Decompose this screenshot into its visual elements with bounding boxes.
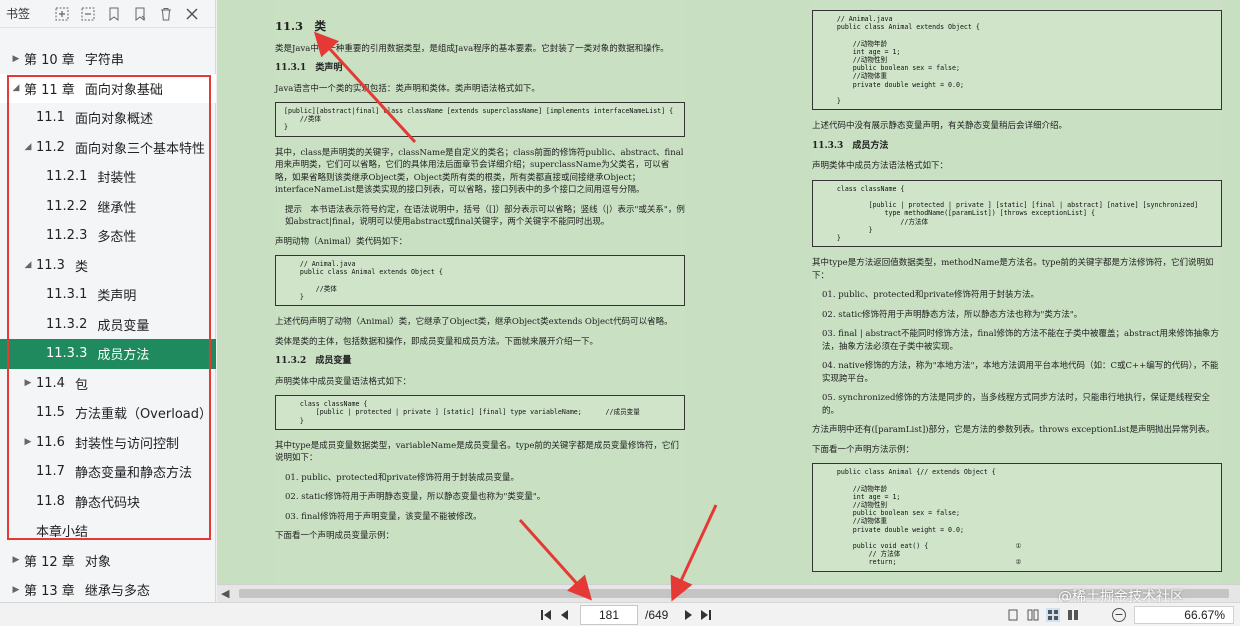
add-bookmark-icon[interactable]	[102, 4, 126, 24]
scroll-left-icon[interactable]: ◀	[221, 587, 229, 600]
code-block: [public][abstract|final] class className…	[275, 102, 685, 137]
list-item: 05. synchronized修饰的方法是同步的，当多线程方式同步方法时，只能…	[822, 393, 1210, 416]
bookmark-11-3-3[interactable]: 11.3.3 成员方法	[0, 339, 216, 369]
list-item: 01. public、protected和private修饰符用于封装方法。	[822, 290, 1040, 301]
bookmark-icon[interactable]	[128, 4, 152, 24]
close-icon[interactable]	[180, 4, 204, 24]
first-page-icon[interactable]	[538, 607, 554, 623]
expanded-arrow-icon[interactable]: ◢	[20, 142, 36, 152]
bookmark-chapter-13[interactable]: ▶ 第 13 章继承与多态	[0, 575, 216, 605]
subsection-heading: 11.3.3 成员方法	[812, 140, 889, 151]
collapsed-arrow-icon[interactable]: ▶	[8, 555, 24, 565]
two-page-view-icon[interactable]	[1046, 608, 1060, 622]
paragraph: 其中type是成员变量数据类型，variableName是成员变量名。type前…	[275, 440, 679, 464]
section-heading: 11.3 类	[275, 19, 327, 33]
status-bar: 181 /649 − 66.67%	[0, 602, 1240, 626]
expanded-arrow-icon[interactable]: ◢	[20, 260, 36, 270]
bookmark-11-2-1[interactable]: 11.2.1 封装性	[0, 162, 216, 192]
list-item: 01. public、protected和private修饰符用于封装成员变量。	[285, 472, 520, 483]
next-page-icon[interactable]	[681, 607, 697, 623]
bookmark-11-3[interactable]: ◢ 11.3 类	[0, 251, 216, 281]
bookmark-11-1[interactable]: 11.1 面向对象概述	[0, 103, 216, 133]
code-block: // Animal.java public class Animal exten…	[812, 10, 1222, 111]
code-block: class className { [public | protected | …	[812, 179, 1222, 248]
paragraph: 其中type是方法返回值数据类型，methodName是方法名。type前的关键…	[812, 258, 1214, 281]
paragraph: Java语言中一个类的实现包括：类声明和类体。类声明语法格式如下。	[275, 83, 540, 94]
last-page-icon[interactable]	[698, 607, 714, 623]
document-page-left: 11.3 类 类是Java中的一种重要的引用数据类型，是组成Java程序的基本要…	[275, 0, 685, 584]
bookmark-11-3-2[interactable]: 11.3.2 成员变量	[0, 310, 216, 340]
list-item: 04. native修饰的方法，称为"本地方法"，本地方法调用平台本地代码（如：…	[822, 361, 1219, 384]
bookmark-chapter-10[interactable]: ▶ 第 10 章字符串	[0, 44, 216, 74]
paragraph: 类体是类的主体，包括数据和操作，即成员变量和成员方法。下面就来展开介绍一下。	[275, 336, 599, 347]
current-page-input[interactable]: 181	[580, 605, 638, 625]
collapse-all-icon[interactable]	[76, 4, 100, 24]
bookmark-chapter-summary[interactable]: 本章小结	[0, 516, 216, 546]
code-block: // Animal.java public class Animal exten…	[275, 255, 685, 307]
code-block: public class Animal {// extends Object {…	[812, 463, 1222, 572]
bookmark-toolbar: 书签	[0, 0, 215, 28]
document-viewer[interactable]: 11.3 类 类是Java中的一种重要的引用数据类型，是组成Java程序的基本要…	[217, 0, 1240, 584]
bookmark-11-8[interactable]: 11.8 静态代码块	[0, 487, 216, 517]
tip-paragraph: 提示 本书语法表示符号约定，在语法说明中，括号（[]）部分表示可以省略；竖线（|…	[285, 204, 685, 228]
paragraph: 方法声明中还有([paramList])部分，它是方法的参数列表。throws …	[812, 425, 1215, 436]
bookmark-11-5[interactable]: 11.5 方法重载（Overload）	[0, 398, 216, 428]
delete-icon[interactable]	[154, 4, 178, 24]
collapsed-arrow-icon[interactable]: ▶	[8, 585, 24, 595]
single-page-view-icon[interactable]	[1006, 608, 1020, 622]
paragraph: 声明类体中成员方法语法格式如下：	[812, 161, 949, 172]
subsection-heading: 11.3.2 成员变量	[275, 356, 352, 367]
bookmark-11-4[interactable]: ▶ 11.4 包	[0, 369, 216, 399]
total-pages: /649	[645, 608, 669, 622]
paragraph: 类是Java中的一种重要的引用数据类型，是组成Java程序的基本要素。它封装了一…	[275, 43, 669, 54]
paragraph: 上述代码声明了动物（Animal）类，它继承了Object类，继承Object类…	[275, 317, 673, 328]
bookmark-tree: ▶ 第 10 章字符串 ◢ 第 11 章面向对象基础 11.1 面向对象概述 ◢ 11.…	[0, 44, 216, 605]
paragraph: 上述代码中没有展示静态变量声明，有关静态变量稍后会详细介绍。	[812, 121, 1068, 132]
previous-page-icon[interactable]	[556, 607, 572, 623]
bookmark-11-2-3[interactable]: 11.2.3 多态性	[0, 221, 216, 251]
bookmark-chapter-12[interactable]: ▶ 第 12 章对象	[0, 546, 216, 576]
paragraph: 下面看一个声明成员变量示例：	[275, 531, 395, 542]
paragraph: 声明类体中成员变量语法格式如下：	[275, 376, 412, 387]
continuous-view-icon[interactable]	[1026, 608, 1040, 622]
subsection-heading: 11.3.1 类声明	[275, 63, 343, 73]
bookmark-11-2-2[interactable]: 11.2.2 继承性	[0, 192, 216, 222]
bookmark-panel-title: 书签	[6, 7, 31, 21]
paragraph: 声明动物（Animal）类代码如下：	[275, 236, 408, 247]
zoom-level-field[interactable]: 66.67%	[1134, 606, 1234, 624]
list-item: 02. static修饰符用于声明静态变量，所以静态变量也称为"类变量"。	[285, 492, 546, 503]
list-item: 02. static修饰符用于声明静态方法，所以静态方法也称为"类方法"。	[822, 309, 1083, 320]
zoom-out-button[interactable]: −	[1112, 608, 1126, 622]
collapsed-arrow-icon[interactable]: ▶	[20, 437, 36, 447]
bookmark-panel: 书签 ▶ 第 10 章字符串 ◢ 第 11 章面向对象基础 11.1 面向对象概述 ◢…	[0, 0, 216, 602]
collapsed-arrow-icon[interactable]: ▶	[8, 54, 24, 64]
bookmark-11-3-1[interactable]: 11.3.1 类声明	[0, 280, 216, 310]
paragraph: 下面看一个声明方法示例：	[812, 444, 915, 455]
expand-all-icon[interactable]	[50, 4, 74, 24]
bookmark-11-2[interactable]: ◢ 11.2 面向对象三个基本特性	[0, 133, 216, 163]
paragraph: 其中，class是声明类的关键字，className是自定义的类名；class前…	[275, 147, 684, 196]
collapsed-arrow-icon[interactable]: ▶	[20, 378, 36, 388]
document-page-right: // Animal.java public class Animal exten…	[812, 0, 1222, 584]
list-item: 03. final | abstract不能同时修饰方法，final修饰的方法不…	[822, 329, 1220, 352]
list-item: 03. final修饰符用于声明变量，该变量不能被修改。	[285, 511, 482, 522]
expanded-arrow-icon[interactable]: ◢	[8, 83, 24, 93]
code-block: class className { [public | protected | …	[275, 395, 685, 430]
bookmark-11-7[interactable]: 11.7 静态变量和静态方法	[0, 457, 216, 487]
two-page-continuous-icon[interactable]	[1066, 608, 1080, 622]
bookmark-chapter-11[interactable]: ◢ 第 11 章面向对象基础	[0, 73, 216, 103]
bookmark-11-6[interactable]: ▶ 11.6 封装性与访问控制	[0, 428, 216, 458]
